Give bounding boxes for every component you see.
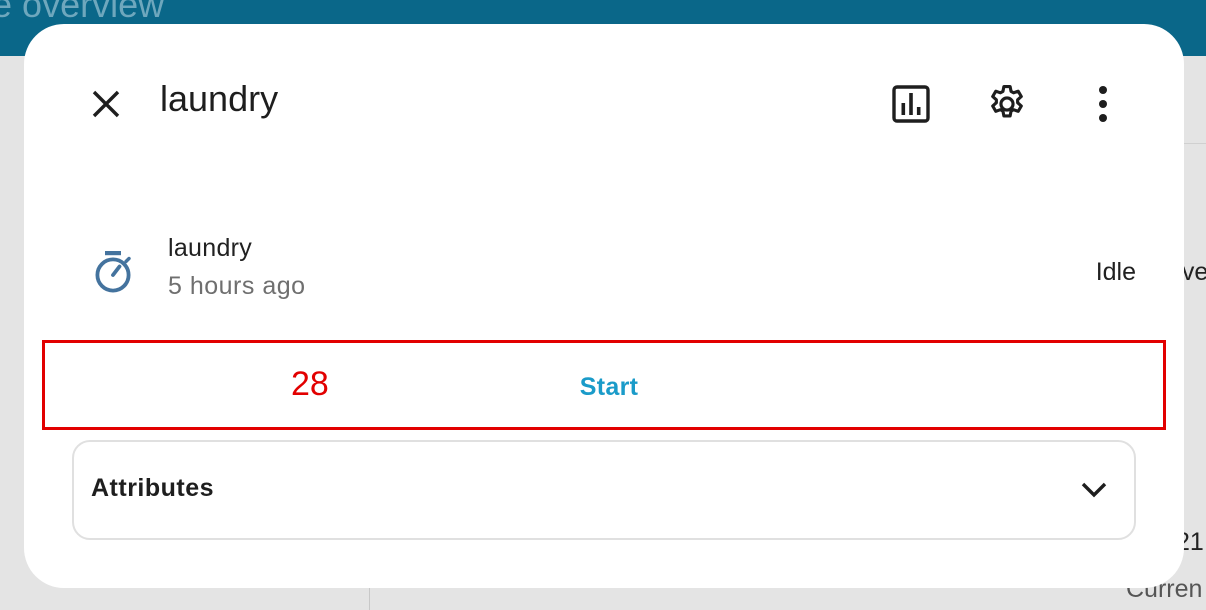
chevron-down-icon — [1074, 474, 1114, 506]
more-info-dialog: laundry laundry 5 hours ago Idle 28 Star… — [24, 24, 1184, 588]
close-icon — [92, 90, 120, 118]
settings-button[interactable] — [983, 80, 1031, 128]
dialog-title: laundry — [160, 78, 279, 119]
last-changed: 5 hours ago — [168, 272, 306, 300]
entity-state-row: laundry 5 hours ago Idle — [82, 224, 1142, 320]
annotation-marker: 28 — [291, 365, 329, 403]
gear-icon — [991, 85, 1023, 118]
history-button[interactable] — [887, 80, 935, 128]
entity-name: laundry — [168, 234, 253, 262]
timer-outline-icon — [95, 251, 131, 293]
attributes-label: Attributes — [91, 474, 215, 502]
start-button[interactable]: Start — [561, 373, 657, 413]
attributes-expander[interactable]: Attributes — [72, 440, 1136, 540]
more-options-button[interactable] — [1079, 80, 1127, 128]
dots-vertical-icon — [1099, 86, 1107, 122]
chart-box-icon — [892, 85, 930, 123]
app-header-title: de overview — [0, 0, 165, 25]
background-line — [1184, 143, 1206, 144]
entity-state: Idle — [1095, 258, 1136, 286]
timer-controls: 28 Start — [42, 340, 1166, 430]
close-button[interactable] — [82, 80, 130, 128]
